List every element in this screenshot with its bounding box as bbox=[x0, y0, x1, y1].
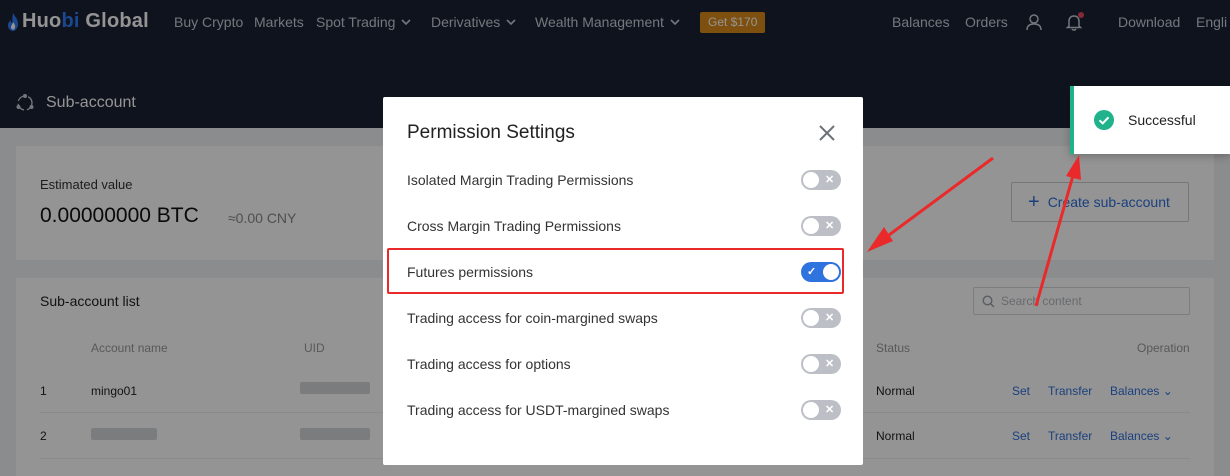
toggle-knob bbox=[803, 218, 819, 234]
toggle-knob bbox=[803, 402, 819, 418]
permission-row-options: Trading access for options ✕ bbox=[407, 352, 841, 376]
toast-message: Successful bbox=[1128, 112, 1196, 128]
permission-label: Trading access for USDT-margined swaps bbox=[407, 402, 670, 418]
permission-label: Trading access for coin-margined swaps bbox=[407, 310, 658, 326]
close-icon[interactable] bbox=[816, 122, 838, 144]
x-icon: ✕ bbox=[825, 220, 835, 232]
toggle-knob bbox=[803, 310, 819, 326]
isolated-margin-toggle[interactable]: ✕ bbox=[801, 170, 841, 190]
permission-label: Trading access for options bbox=[407, 356, 571, 372]
permission-row-usdt-margined-swaps: Trading access for USDT-margined swaps ✕ bbox=[407, 398, 841, 422]
x-icon: ✕ bbox=[825, 404, 835, 416]
check-circle-icon bbox=[1094, 110, 1114, 130]
cross-margin-toggle[interactable]: ✕ bbox=[801, 216, 841, 236]
x-icon: ✕ bbox=[825, 312, 835, 324]
annotation-highlight-box bbox=[387, 248, 844, 294]
permission-label: Cross Margin Trading Permissions bbox=[407, 218, 621, 234]
toggle-knob bbox=[803, 172, 819, 188]
permission-row-cross-margin: Cross Margin Trading Permissions ✕ bbox=[407, 214, 841, 238]
permission-row-isolated-margin: Isolated Margin Trading Permissions ✕ bbox=[407, 168, 841, 192]
x-icon: ✕ bbox=[825, 174, 835, 186]
x-icon: ✕ bbox=[825, 358, 835, 370]
options-toggle[interactable]: ✕ bbox=[801, 354, 841, 374]
modal-title: Permission Settings bbox=[407, 122, 575, 143]
toggle-knob bbox=[803, 356, 819, 372]
permission-row-coin-margined-swaps: Trading access for coin-margined swaps ✕ bbox=[407, 306, 841, 330]
usdt-margined-swaps-toggle[interactable]: ✕ bbox=[801, 400, 841, 420]
coin-margined-swaps-toggle[interactable]: ✕ bbox=[801, 308, 841, 328]
permission-label: Isolated Margin Trading Permissions bbox=[407, 172, 634, 188]
success-toast: Successful bbox=[1070, 86, 1230, 154]
